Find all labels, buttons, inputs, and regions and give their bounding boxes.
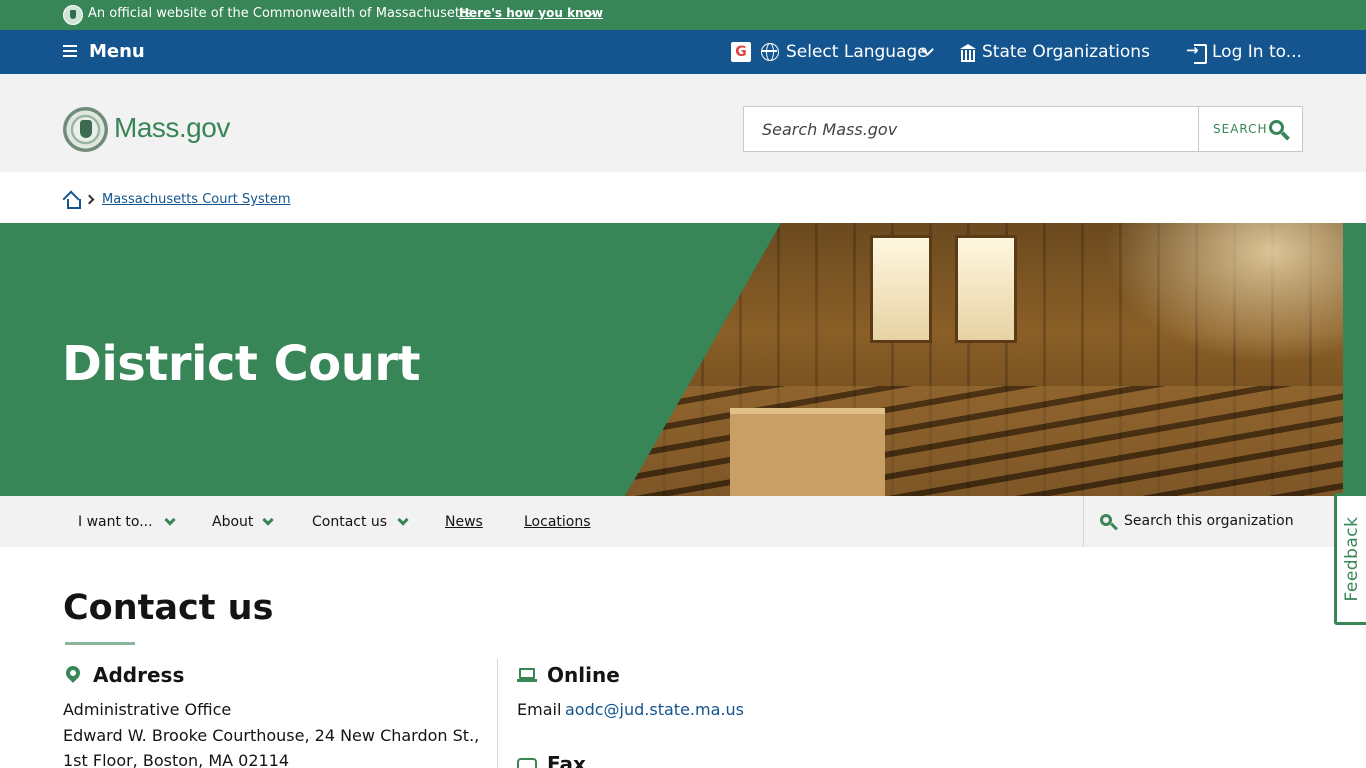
search-button-label: SEARCH (1213, 122, 1268, 136)
select-language-button[interactable]: Select Language (786, 42, 928, 62)
official-banner-text: An official website of the Commonwealth … (88, 6, 472, 21)
address-line: 1st Floor, Boston, MA 02114 (63, 751, 290, 768)
feedback-tab[interactable]: Feedback (1334, 493, 1366, 625)
site-search[interactable] (743, 106, 1199, 152)
chevron-right-icon (84, 194, 95, 205)
address-line: Edward W. Brooke Courthouse, 24 New Char… (63, 726, 480, 745)
podium (730, 408, 885, 496)
state-organizations-button[interactable]: State Organizations (982, 42, 1150, 62)
map-pin-icon (63, 663, 83, 683)
search-organization-button[interactable]: Search this organization (1124, 513, 1294, 529)
google-translate-icon[interactable]: G (731, 42, 751, 62)
search-icon (1269, 120, 1289, 140)
fax-icon (517, 758, 537, 768)
org-nav-i-want-to[interactable]: I want to... (78, 514, 153, 530)
address-line: Administrative Office (63, 700, 232, 719)
organization-nav: I want to... About Contact us News Locat… (0, 496, 1336, 547)
column-divider (497, 659, 498, 768)
site-header: Mass.gov SEARCH (0, 74, 1366, 172)
chevron-down-icon[interactable] (262, 514, 274, 526)
contact-heading: Contact us (63, 588, 274, 628)
log-in-button[interactable]: Log In to... (1212, 42, 1302, 62)
org-nav-contact-us[interactable]: Contact us (312, 514, 387, 530)
how-you-know-link[interactable]: Here's how you know (459, 6, 603, 20)
page-title: District Court (62, 336, 421, 392)
building-icon[interactable] (960, 44, 976, 62)
hamburger-icon[interactable] (63, 45, 77, 57)
window (955, 235, 1017, 343)
globe-icon[interactable] (761, 43, 779, 61)
courtroom-photo (625, 223, 1343, 496)
fax-heading: Fax (547, 752, 586, 768)
search-button[interactable]: SEARCH (1198, 106, 1303, 152)
laptop-icon (517, 668, 537, 682)
chevron-down-icon[interactable] (397, 514, 409, 526)
seal-icon (63, 5, 83, 25)
chevron-down-icon[interactable] (164, 514, 176, 526)
utility-nav: Menu G Select Language State Organizatio… (0, 30, 1366, 74)
email-label: Email (517, 700, 562, 719)
heading-underline (65, 642, 135, 645)
online-heading: Online (547, 663, 620, 687)
search-icon[interactable] (1100, 514, 1116, 530)
home-icon[interactable] (64, 192, 81, 209)
mass-seal-logo[interactable] (63, 107, 108, 152)
window (870, 235, 932, 343)
light-glow (1105, 223, 1343, 363)
divider (1083, 496, 1084, 547)
login-icon[interactable] (1186, 41, 1207, 64)
org-nav-news[interactable]: News (445, 514, 483, 530)
menu-button[interactable]: Menu (89, 41, 145, 62)
mass-gov-logo[interactable]: Mass.gov (114, 112, 230, 144)
breadcrumb-link-court-system[interactable]: Massachusetts Court System (102, 192, 291, 207)
feedback-label: Feedback (1341, 516, 1362, 602)
official-banner: An official website of the Commonwealth … (0, 0, 1366, 30)
org-nav-about[interactable]: About (212, 514, 253, 530)
email-link[interactable]: aodc@jud.state.ma.us (565, 700, 744, 719)
hero-banner: District Court (0, 223, 1366, 496)
search-input[interactable] (744, 107, 1198, 151)
address-heading: Address (93, 663, 185, 687)
org-nav-locations[interactable]: Locations (524, 514, 591, 530)
